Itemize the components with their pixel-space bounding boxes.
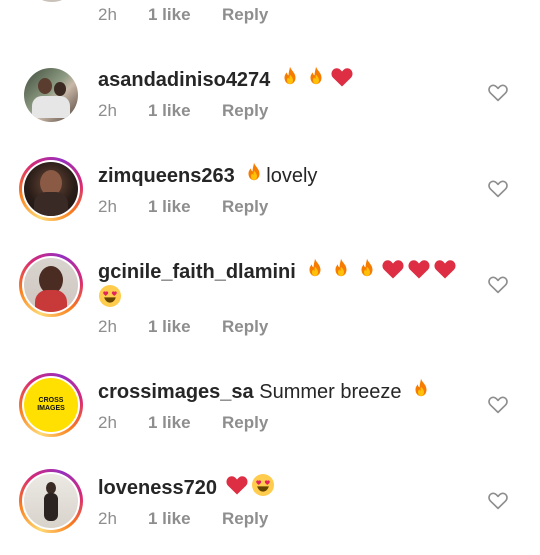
comment-text: Summer breeze: [259, 381, 402, 403]
reply-button[interactable]: Reply: [222, 5, 268, 25]
like-heart-icon[interactable]: [487, 394, 509, 414]
fire-emoji: [303, 257, 327, 281]
like-heart-icon[interactable]: [487, 82, 509, 102]
comment-meta: 2h 1 like Reply: [98, 196, 268, 218]
avatar-logo-text: CROSS IMAGES: [37, 397, 65, 412]
fire-emoji: [242, 161, 266, 185]
red-heart-emoji: [407, 257, 431, 281]
like-count-link[interactable]: 1 like: [148, 5, 222, 25]
username-link[interactable]: loveness720: [98, 477, 217, 499]
like-heart-icon[interactable]: [487, 490, 509, 510]
comment-emojis: [276, 69, 354, 91]
reply-button[interactable]: Reply: [222, 413, 268, 433]
comment-time: 2h: [98, 413, 117, 432]
fire-emoji: [304, 65, 328, 89]
avatar[interactable]: [19, 253, 83, 317]
fire-emoji: [409, 377, 433, 401]
heart-eyes-emoji: [251, 473, 275, 497]
like-count-link[interactable]: 1 like: [148, 197, 222, 217]
comment-time: 2h: [98, 5, 117, 24]
red-heart-emoji: [225, 473, 249, 497]
like-count-link[interactable]: 1 like: [148, 317, 222, 337]
username-link[interactable]: asandadiniso4274: [98, 69, 270, 91]
comment-time: 2h: [98, 197, 117, 216]
reply-button[interactable]: Reply: [222, 509, 268, 529]
comment-emojis: [301, 261, 457, 283]
username-link[interactable]: zimqueens263: [98, 165, 235, 187]
comment-time: 2h: [98, 317, 117, 336]
reply-button[interactable]: Reply: [222, 101, 268, 121]
username-link[interactable]: crossimages_sa: [98, 381, 254, 403]
reply-button[interactable]: Reply: [222, 317, 268, 337]
red-heart-emoji: [433, 257, 457, 281]
fire-emoji: [355, 257, 379, 281]
avatar[interactable]: [25, 0, 79, 2]
reply-button[interactable]: Reply: [222, 197, 268, 217]
fire-emoji: [329, 257, 353, 281]
heart-eyes-emoji: [98, 284, 122, 308]
comment-meta: 2h 1 like Reply: [98, 100, 268, 122]
like-count-link[interactable]: 1 like: [148, 509, 222, 529]
comment-meta: 2h 1 like Reply: [98, 508, 268, 530]
like-count-link[interactable]: 1 like: [148, 101, 222, 121]
comment-meta: 2h 1 like Reply: [98, 412, 268, 434]
comment-time: 2h: [98, 509, 117, 528]
like-count-link[interactable]: 1 like: [148, 413, 222, 433]
red-heart-emoji: [330, 65, 354, 89]
comment-text: lovely: [266, 165, 318, 187]
avatar[interactable]: [19, 157, 83, 221]
avatar[interactable]: [19, 469, 83, 533]
like-heart-icon[interactable]: [487, 274, 509, 294]
comment-time: 2h: [98, 101, 117, 120]
avatar[interactable]: [19, 63, 83, 127]
comment-meta: 2h 1 like Reply: [98, 4, 268, 26]
username-link[interactable]: gcinile_faith_dlamini: [98, 261, 296, 283]
like-heart-icon[interactable]: [487, 178, 509, 198]
avatar[interactable]: CROSS IMAGES: [19, 373, 83, 437]
red-heart-emoji: [381, 257, 405, 281]
fire-emoji: [278, 65, 302, 89]
comment-meta: 2h 1 like Reply: [98, 316, 268, 338]
